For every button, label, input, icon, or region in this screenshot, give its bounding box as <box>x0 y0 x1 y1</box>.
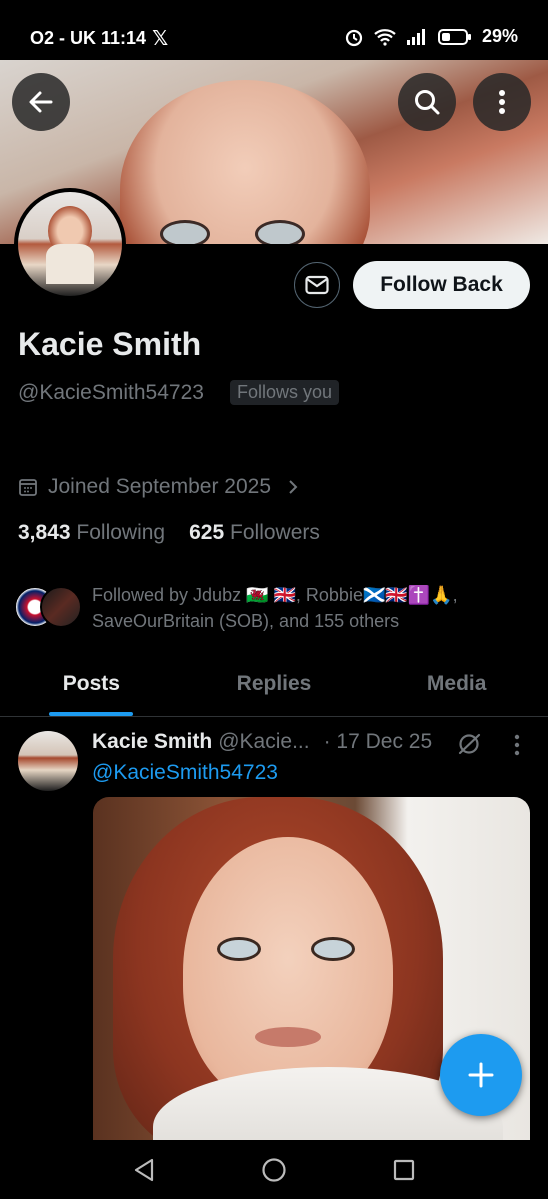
tab-posts[interactable]: Posts <box>0 660 183 716</box>
tab-replies[interactable]: Replies <box>183 660 366 716</box>
follow-back-button[interactable]: Follow Back <box>353 261 530 309</box>
post-avatar[interactable] <box>18 731 78 791</box>
profile-handle: @KacieSmith54723 <box>18 381 204 404</box>
x-logo-icon: 𝕏 <box>152 28 169 50</box>
mail-icon <box>305 275 329 295</box>
post-date[interactable]: · 17 Dec 25 <box>324 730 433 754</box>
post-photo-face <box>183 837 393 1107</box>
nav-back-icon[interactable] <box>132 1157 156 1183</box>
tab-label: Posts <box>62 672 120 695</box>
more-vertical-icon <box>499 90 505 114</box>
joined-date[interactable]: Joined September 2025 <box>18 475 299 499</box>
alarm-icon <box>345 29 363 46</box>
more-button[interactable] <box>473 73 531 131</box>
post-header: Kacie Smith @Kacie... · 17 Dec 25 <box>92 730 432 754</box>
nav-home-icon[interactable] <box>261 1157 287 1183</box>
search-button[interactable] <box>398 73 456 131</box>
followers-link[interactable]: 625 Followers <box>189 521 320 545</box>
follow-counts: 3,843 Following 625 Followers <box>18 521 320 545</box>
signal-icon <box>406 28 425 45</box>
back-button[interactable] <box>12 73 70 131</box>
post-author-handle[interactable]: @Kacie... <box>218 730 309 754</box>
joined-label: Joined September 2025 <box>48 475 271 498</box>
system-nav-bar <box>0 1140 548 1199</box>
following-count: 3,843 <box>18 521 71 544</box>
carrier-time: O2 - UK 11:14 <box>30 28 147 48</box>
followers-label: Followers <box>230 521 320 544</box>
status-bar: O2 - UK 11:14 𝕏 29% <box>0 0 548 62</box>
status-right: 29% <box>344 26 518 47</box>
following-link[interactable]: 3,843 Following <box>18 521 165 545</box>
compose-button[interactable] <box>440 1034 522 1116</box>
chevron-right-icon <box>289 480 298 494</box>
followers-count: 625 <box>189 521 225 544</box>
avatar <box>40 586 82 628</box>
followed-by-text[interactable]: Followed by Jdubz 🏴󠁧󠁢󠁷󠁬󠁳󠁿 🇬🇧, Robbie🏴󠁧󠁢󠁳… <box>92 582 512 634</box>
tab-label: Media <box>426 672 487 695</box>
tab-indicator <box>49 712 134 716</box>
follows-you-badge: Follows you <box>230 380 340 405</box>
arrow-left-icon <box>29 91 53 113</box>
calendar-icon <box>19 479 37 496</box>
status-left: O2 - UK 11:14 𝕏 <box>30 26 168 51</box>
banner-photo <box>120 80 370 244</box>
post-more-icon[interactable] <box>513 734 521 756</box>
tab-label: Replies <box>236 672 312 695</box>
following-label: Following <box>76 521 166 544</box>
profile-avatar[interactable] <box>14 188 126 300</box>
post-author-name[interactable]: Kacie Smith <box>92 730 212 754</box>
profile-name: Kacie Smith <box>18 326 202 362</box>
grok-icon[interactable] <box>456 731 482 757</box>
followed-by-avatars[interactable] <box>14 586 86 628</box>
battery-level: 29% <box>481 26 518 46</box>
message-button[interactable] <box>294 262 340 308</box>
search-icon <box>415 90 440 115</box>
wifi-icon <box>374 28 396 46</box>
tab-media[interactable]: Media <box>365 660 548 716</box>
nav-recents-icon[interactable] <box>392 1158 416 1182</box>
battery-icon <box>437 28 471 45</box>
profile-tabs: Posts Replies Media <box>0 660 548 717</box>
post-mention-link[interactable]: @KacieSmith54723 <box>92 761 278 785</box>
plus-icon <box>468 1062 494 1088</box>
